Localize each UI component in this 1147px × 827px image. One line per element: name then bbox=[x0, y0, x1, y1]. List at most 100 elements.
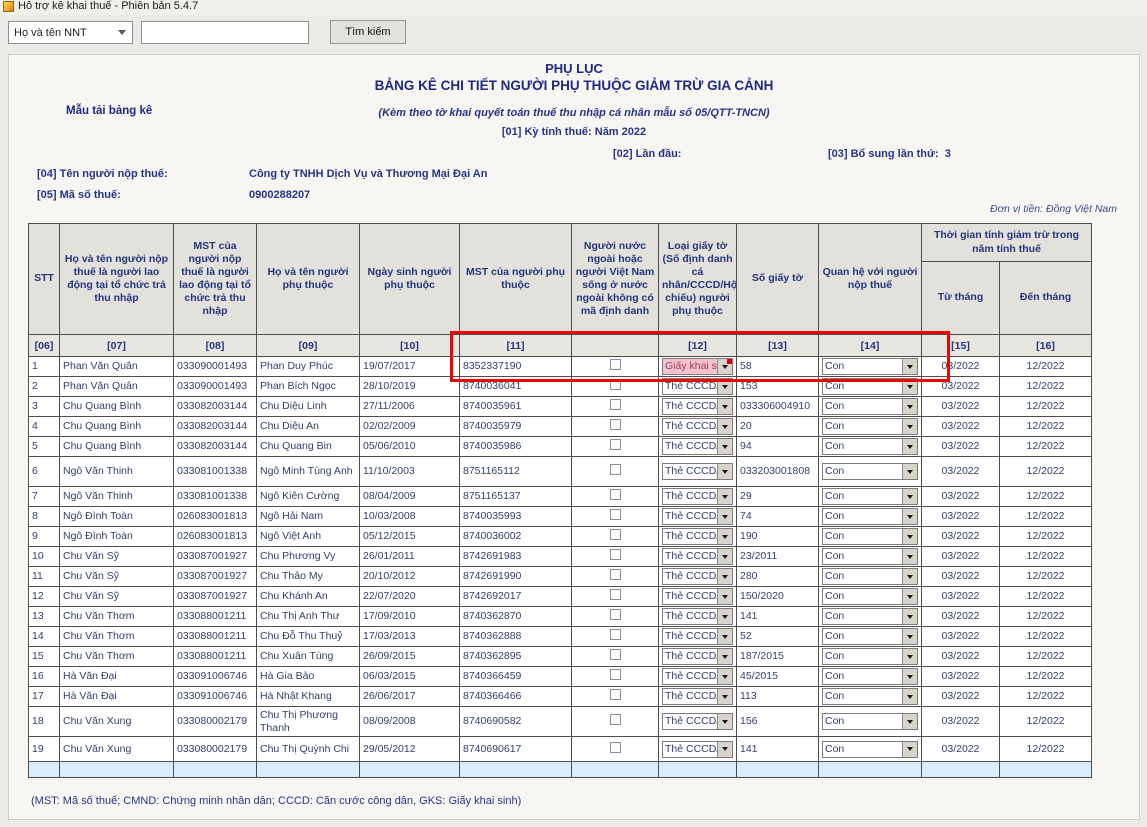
cell-dependent-dob: 02/02/2009 bbox=[360, 417, 460, 437]
relation-dropdown[interactable]: Con bbox=[822, 488, 918, 505]
relation-dropdown[interactable]: Con bbox=[822, 378, 918, 395]
cell-taxpayer-mst: 033080002179 bbox=[174, 737, 257, 762]
cell-dependent-name: Chu Phương Vy bbox=[257, 547, 360, 567]
cell-doc-number: 141 bbox=[737, 607, 819, 627]
cell-relation: Con bbox=[819, 567, 922, 587]
foreign-checkbox[interactable] bbox=[610, 714, 621, 725]
table-row: 16 Hà Văn Đại 033091006746 Hà Gia Bảo 06… bbox=[29, 667, 1092, 687]
cell-dependent-name: Ngô Việt Anh bbox=[257, 527, 360, 547]
relation-dropdown[interactable]: Con bbox=[822, 588, 918, 605]
doc-type-dropdown[interactable]: Thẻ CCCD/Số bbox=[662, 648, 733, 665]
taxpayer-name-value: Công ty TNHH Dịch Vụ và Thương Mại Đại A… bbox=[249, 168, 487, 180]
doc-type-dropdown[interactable]: Thẻ CCCD/Số bbox=[662, 688, 733, 705]
foreign-checkbox[interactable] bbox=[610, 439, 621, 450]
foreign-checkbox[interactable] bbox=[610, 464, 621, 475]
cell-foreign-flag bbox=[572, 507, 659, 527]
chevron-down-icon bbox=[902, 609, 917, 624]
doc-type-dropdown[interactable]: Thẻ CCCD/Số bbox=[662, 508, 733, 525]
foreign-checkbox[interactable] bbox=[610, 589, 621, 600]
chevron-down-icon bbox=[717, 742, 732, 757]
doc-type-dropdown[interactable]: Giấy khai sinh bbox=[662, 358, 733, 375]
chevron-down-icon bbox=[902, 509, 917, 524]
tax-code-label: [05] Mã số thuế: bbox=[37, 189, 121, 201]
cell-relation: Con bbox=[819, 587, 922, 607]
cell-taxpayer-name: Chu Văn Thơm bbox=[60, 627, 174, 647]
cell-from-month: 03/2022 bbox=[922, 397, 1000, 417]
doc-type-dropdown[interactable]: Thẻ CCCD/Số bbox=[662, 398, 733, 415]
doc-type-dropdown[interactable]: Thẻ CCCD/Số bbox=[662, 713, 733, 730]
relation-dropdown[interactable]: Con bbox=[822, 741, 918, 758]
cell-taxpayer-mst: 033088001211 bbox=[174, 627, 257, 647]
foreign-checkbox[interactable] bbox=[610, 529, 621, 540]
relation-dropdown[interactable]: Con bbox=[822, 628, 918, 645]
cell-stt: 1 bbox=[29, 357, 60, 377]
relation-dropdown[interactable]: Con bbox=[822, 528, 918, 545]
foreign-checkbox[interactable] bbox=[610, 689, 621, 700]
relation-dropdown[interactable]: Con bbox=[822, 418, 918, 435]
relation-dropdown[interactable]: Con bbox=[822, 568, 918, 585]
cell-relation: Con bbox=[819, 667, 922, 687]
doc-type-dropdown[interactable]: Thẻ CCCD/Số bbox=[662, 588, 733, 605]
foreign-checkbox[interactable] bbox=[610, 742, 621, 753]
doc-type-dropdown[interactable]: Thẻ CCCD/Số bbox=[662, 438, 733, 455]
foreign-checkbox[interactable] bbox=[610, 359, 621, 370]
doc-type-dropdown[interactable]: Thẻ CCCD/Số bbox=[662, 548, 733, 565]
foreign-checkbox[interactable] bbox=[610, 649, 621, 660]
doc-type-dropdown[interactable]: Thẻ CCCD/Số bbox=[662, 378, 733, 395]
chevron-down-icon bbox=[717, 549, 732, 564]
relation-dropdown[interactable]: Con bbox=[822, 548, 918, 565]
cell-stt: 3 bbox=[29, 397, 60, 417]
relation-dropdown[interactable]: Con bbox=[822, 688, 918, 705]
table-row: 15 Chu Văn Thơm 033088001211 Chu Xuân Tù… bbox=[29, 647, 1092, 667]
search-filter-dropdown[interactable]: Họ và tên NNT bbox=[8, 21, 133, 44]
doc-type-dropdown[interactable]: Thẻ CCCD/Số bbox=[662, 568, 733, 585]
doc-type-dropdown[interactable]: Thẻ CCCD/Số bbox=[662, 488, 733, 505]
cell-stt: 15 bbox=[29, 647, 60, 667]
cell-taxpayer-name: Chu Quang Bình bbox=[60, 417, 174, 437]
foreign-checkbox[interactable] bbox=[610, 509, 621, 520]
foreign-checkbox[interactable] bbox=[610, 379, 621, 390]
col-header-period-group: Thời gian tính giảm trừ trong năm tính t… bbox=[922, 224, 1092, 262]
doc-type-dropdown[interactable]: Thẻ CCCD/Số bbox=[662, 741, 733, 758]
relation-dropdown[interactable]: Con bbox=[822, 508, 918, 525]
cell-relation: Con bbox=[819, 627, 922, 647]
relation-dropdown[interactable]: Con bbox=[822, 438, 918, 455]
cell-relation: Con bbox=[819, 737, 922, 762]
cell-foreign-flag bbox=[572, 667, 659, 687]
relation-dropdown[interactable]: Con bbox=[822, 648, 918, 665]
search-button[interactable]: Tìm kiếm bbox=[330, 20, 406, 44]
foreign-checkbox[interactable] bbox=[610, 549, 621, 560]
foreign-checkbox[interactable] bbox=[610, 609, 621, 620]
cell-doc-type: Thẻ CCCD/Số bbox=[659, 397, 737, 417]
foreign-checkbox[interactable] bbox=[610, 419, 621, 430]
cell-taxpayer-name: Chu Văn Sỹ bbox=[60, 547, 174, 567]
foreign-checkbox[interactable] bbox=[610, 669, 621, 680]
chevron-down-icon bbox=[717, 489, 732, 504]
table-row: 1 Phan Văn Quân 033090001493 Phan Duy Ph… bbox=[29, 357, 1092, 377]
foreign-checkbox[interactable] bbox=[610, 569, 621, 580]
col-header-foreign: Người nước ngoài hoặc người Việt Nam sốn… bbox=[572, 224, 659, 335]
chevron-down-icon bbox=[717, 609, 732, 624]
doc-type-dropdown[interactable]: Thẻ CCCD/Số bbox=[662, 608, 733, 625]
cell-doc-type: Thẻ CCCD/Số bbox=[659, 417, 737, 437]
doc-type-dropdown[interactable]: Thẻ CCCD/Số bbox=[662, 463, 733, 480]
relation-dropdown[interactable]: Con bbox=[822, 358, 918, 375]
doc-type-dropdown[interactable]: Thẻ CCCD/Số bbox=[662, 418, 733, 435]
doc-type-dropdown[interactable]: Thẻ CCCD/Số bbox=[662, 668, 733, 685]
search-input[interactable] bbox=[141, 21, 309, 44]
doc-type-dropdown[interactable]: Thẻ CCCD/Số bbox=[662, 628, 733, 645]
relation-dropdown[interactable]: Con bbox=[822, 398, 918, 415]
foreign-checkbox[interactable] bbox=[610, 489, 621, 500]
cell-taxpayer-name: Chu Văn Sỹ bbox=[60, 567, 174, 587]
cell-doc-type: Thẻ CCCD/Số bbox=[659, 547, 737, 567]
cell-stt: 10 bbox=[29, 547, 60, 567]
foreign-checkbox[interactable] bbox=[610, 399, 621, 410]
foreign-checkbox[interactable] bbox=[610, 629, 621, 640]
relation-dropdown[interactable]: Con bbox=[822, 463, 918, 480]
relation-dropdown[interactable]: Con bbox=[822, 713, 918, 730]
relation-dropdown[interactable]: Con bbox=[822, 668, 918, 685]
relation-dropdown[interactable]: Con bbox=[822, 608, 918, 625]
doc-type-dropdown[interactable]: Thẻ CCCD/Số bbox=[662, 528, 733, 545]
cell-stt: 7 bbox=[29, 487, 60, 507]
table-row: 18 Chu Văn Xung 033080002179 Chu Thị Phư… bbox=[29, 707, 1092, 737]
